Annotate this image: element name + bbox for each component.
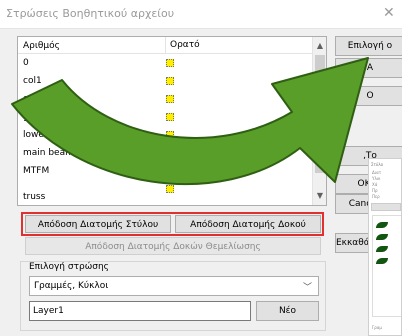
- mini-text: Χά: [372, 182, 378, 187]
- select-all-button[interactable]: Επιλογή ο: [335, 36, 402, 56]
- leaf-icon: [376, 234, 388, 240]
- mini-text: Υλικ: [372, 176, 381, 181]
- mini-list: [372, 215, 401, 317]
- visible-bulb-icon[interactable]: [166, 113, 174, 121]
- dropdown-value: Γραμμές, Κύκλοι: [34, 281, 109, 291]
- column-header-number[interactable]: Αριθμός: [23, 41, 60, 51]
- layer-name: main beam: [23, 148, 74, 158]
- chevron-down-icon[interactable]: ﹀: [303, 280, 312, 293]
- list-item[interactable]: MTFM: [18, 163, 312, 179]
- mini-bar: [371, 203, 401, 211]
- layer-name: lower: [23, 130, 48, 140]
- scroll-up-icon[interactable]: ▲: [313, 39, 326, 53]
- visible-bulb-icon[interactable]: [166, 77, 174, 85]
- leaf-icon: [376, 258, 388, 264]
- assign-foundation-button[interactable]: Απόδοση Διατομής Δοκών Θεμελίωσης: [25, 237, 321, 255]
- a-button[interactable]: Α: [335, 58, 402, 78]
- layer-type-dropdown[interactable]: Γραμμές, Κύκλοι ﹀: [29, 276, 319, 296]
- list-item[interactable]: 0: [18, 55, 312, 71]
- list-item[interactable]: truss: [18, 189, 312, 205]
- group-label: Επιλογή στρώσης: [27, 262, 111, 272]
- o-button[interactable]: Ο: [335, 86, 402, 106]
- background-dialog: Στύλο Διατ Υλικ Χά Πρ Περ Γραμ: [368, 158, 402, 336]
- window-title: Στρώσεις Βοηθητικού αρχείου: [6, 7, 175, 20]
- layer-name: truss: [23, 192, 46, 202]
- list-item[interactable]: main beam: [18, 145, 312, 161]
- visible-bulb-icon[interactable]: [166, 167, 174, 175]
- mini-text: Περ: [372, 194, 380, 199]
- leaf-icon: [376, 222, 388, 228]
- mini-text: Πρ: [372, 188, 378, 193]
- visible-bulb-icon[interactable]: [166, 149, 174, 157]
- layer-name: 0: [23, 58, 29, 68]
- mini-footer: Γραμ: [372, 325, 382, 330]
- list-item[interactable]: griders: [18, 109, 312, 125]
- layer-name: col1: [23, 76, 42, 86]
- highlight-box: [21, 212, 324, 236]
- layer-name-field[interactable]: [30, 302, 246, 320]
- layer-name: griders: [23, 112, 55, 122]
- layer-name: MTFM: [23, 166, 50, 176]
- layer-name-input[interactable]: [29, 301, 251, 321]
- close-icon[interactable]: ✕: [383, 5, 395, 21]
- visible-bulb-icon[interactable]: [166, 95, 174, 103]
- list-header: Αριθμός Ορατό: [18, 37, 312, 54]
- title-bar: Στρώσεις Βοηθητικού αρχείου ✕: [0, 0, 402, 29]
- list-item[interactable]: col2: [18, 91, 312, 107]
- scroll-down-icon[interactable]: ▼: [313, 189, 326, 203]
- scroll-thumb[interactable]: [315, 55, 325, 173]
- layer-name: col2: [23, 94, 42, 104]
- mini-title: Στύλο: [371, 162, 384, 167]
- visible-bulb-icon[interactable]: [166, 131, 174, 139]
- layer-list[interactable]: Αριθμός Ορατό 0 col1 col2 griders lower …: [17, 36, 327, 206]
- list-scrollbar[interactable]: ▲ ▼: [312, 37, 326, 205]
- list-item[interactable]: lower: [18, 127, 312, 143]
- visible-bulb-icon[interactable]: [166, 59, 174, 67]
- list-item[interactable]: col1: [18, 73, 312, 89]
- leaf-icon: [376, 246, 388, 252]
- mini-text: Διατ: [372, 170, 382, 175]
- new-layer-button[interactable]: Νέο: [256, 301, 319, 321]
- column-header-visible[interactable]: Ορατό: [165, 37, 200, 53]
